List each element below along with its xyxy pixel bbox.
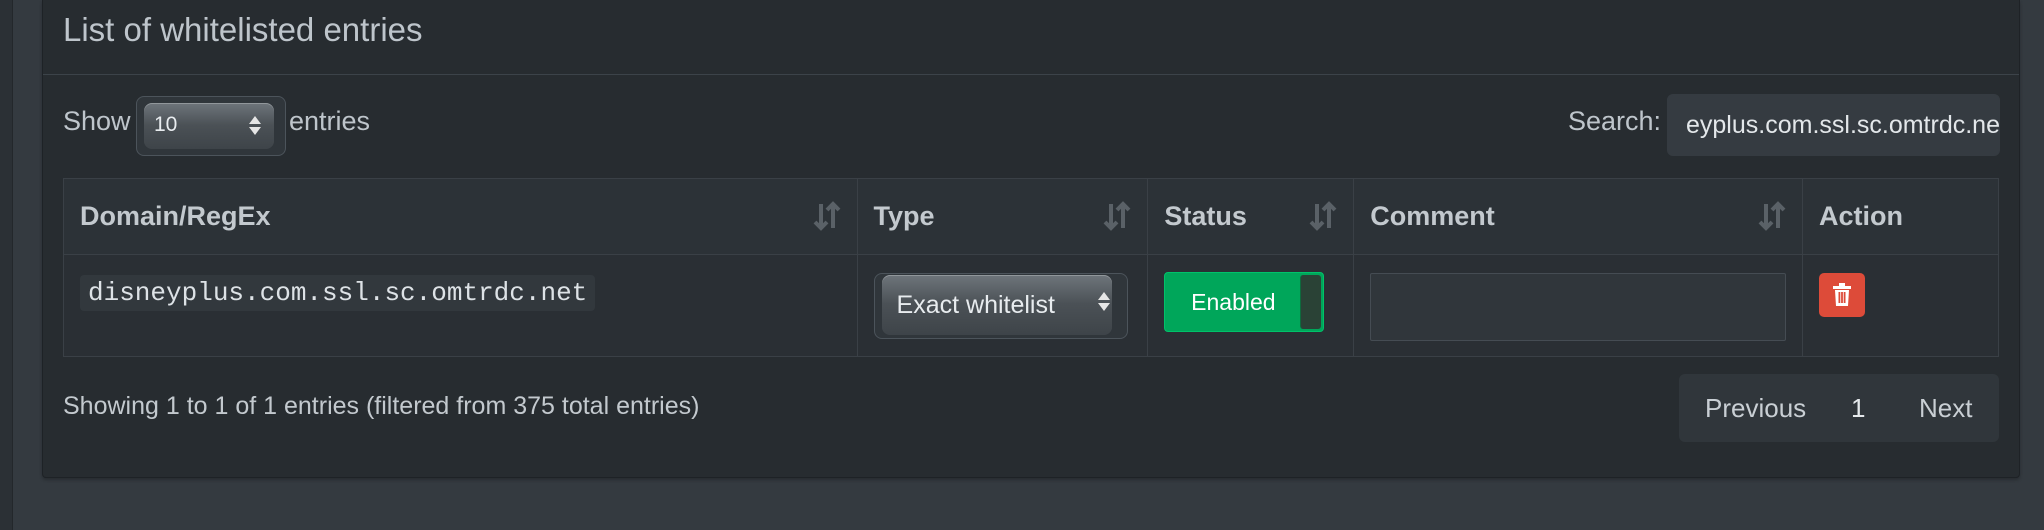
pagination: Previous 1 Next xyxy=(1679,374,1999,442)
whitelist-box: List of whitelisted entries Show 10 entr… xyxy=(42,0,2020,478)
page-1-button[interactable]: 1 xyxy=(1851,393,1865,424)
select-arrows-icon xyxy=(249,116,261,135)
sort-icon xyxy=(1758,201,1786,231)
box-header: List of whitelisted entries xyxy=(43,0,2019,75)
trash-icon xyxy=(1833,283,1852,306)
cell-comment xyxy=(1353,254,1804,357)
show-label: Show xyxy=(63,106,131,136)
table-header-row: Domain/RegEx Type Status Comment Action xyxy=(63,178,1999,255)
cell-action xyxy=(1802,254,1999,357)
column-header-type[interactable]: Type xyxy=(856,178,1149,255)
next-page-button[interactable]: Next xyxy=(1919,393,1972,424)
column-header-status[interactable]: Status xyxy=(1147,178,1355,255)
previous-page-button[interactable]: Previous xyxy=(1705,393,1806,424)
cell-status: Enabled xyxy=(1147,254,1355,357)
sort-icon xyxy=(1309,201,1337,231)
status-toggle-label: Enabled xyxy=(1191,289,1276,315)
entries-length-value: 10 xyxy=(154,113,178,136)
search-label: Search: xyxy=(1568,106,1662,136)
toggle-knob xyxy=(1300,275,1322,329)
type-select[interactable]: Exact whitelist xyxy=(873,273,1128,339)
status-toggle[interactable]: Enabled xyxy=(1164,272,1325,332)
column-header-label: Action xyxy=(1819,201,1904,231)
box-title: List of whitelisted entries xyxy=(63,11,423,48)
select-arrows-icon xyxy=(1097,292,1110,311)
column-header-domain[interactable]: Domain/RegEx xyxy=(63,178,858,255)
sort-icon xyxy=(1103,201,1131,231)
sort-icon xyxy=(813,201,840,231)
whitelist-table: Domain/RegEx Type Status Comment Action xyxy=(63,178,1999,357)
entries-length-select[interactable]: 10 xyxy=(136,96,286,156)
column-header-label: Status xyxy=(1164,201,1247,231)
sidebar-edge xyxy=(0,0,13,530)
table-row: disneyplus.com.ssl.sc.omtrdc.net Exact w… xyxy=(63,254,1999,357)
cell-type: Exact whitelist xyxy=(856,254,1149,357)
table-info: Showing 1 to 1 of 1 entries (filtered fr… xyxy=(63,392,700,420)
domain-text: disneyplus.com.ssl.sc.omtrdc.net xyxy=(80,275,596,311)
column-header-comment[interactable]: Comment xyxy=(1353,178,1804,255)
type-select-value: Exact whitelist xyxy=(896,291,1055,319)
search-input[interactable]: eyplus.com.ssl.sc.omtrdc.net xyxy=(1667,94,2000,156)
search-input-value: eyplus.com.ssl.sc.omtrdc.net xyxy=(1686,111,2000,139)
column-header-label: Comment xyxy=(1370,201,1495,231)
column-header-label: Type xyxy=(873,201,935,231)
column-header-label: Domain/RegEx xyxy=(80,201,271,231)
cell-domain: disneyplus.com.ssl.sc.omtrdc.net xyxy=(63,254,858,357)
comment-input[interactable] xyxy=(1370,273,1787,341)
column-header-action: Action xyxy=(1802,178,1999,255)
entries-label: entries xyxy=(289,106,371,136)
delete-button[interactable] xyxy=(1819,273,1866,317)
